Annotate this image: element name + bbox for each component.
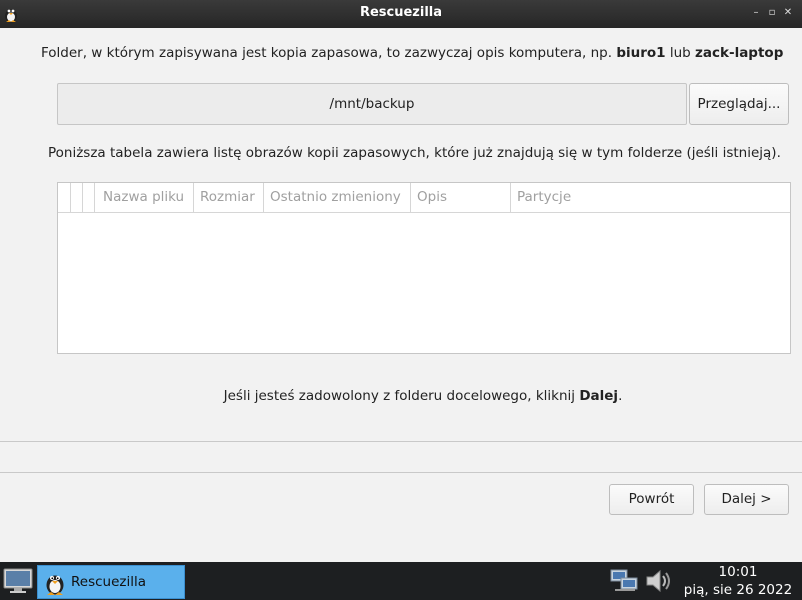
window-title: Rescuezilla xyxy=(359,5,443,20)
backup-path-field[interactable]: /mnt/backup xyxy=(57,83,687,125)
table-description: Poniższa tabela zawiera listę obrazów ko… xyxy=(48,145,781,161)
speaker-icon[interactable] xyxy=(643,568,673,594)
close-button[interactable]: ✕ xyxy=(782,6,794,20)
confirm-next-word: Dalej xyxy=(579,388,619,404)
column-header-check[interactable] xyxy=(71,183,83,212)
wizard-page: Folder, w którym zapisywana jest kopia z… xyxy=(0,28,802,562)
back-button[interactable]: Powrót xyxy=(609,484,694,515)
confirm-text: Jeśli jesteś zadowolony z folderu docelo… xyxy=(223,388,580,404)
column-header-partitions[interactable]: Partycje xyxy=(511,183,790,212)
divider xyxy=(0,472,802,473)
taskbar-item-rescuezilla[interactable]: Rescuezilla xyxy=(37,565,185,599)
confirm-instruction: Jeśli jesteś zadowolony z folderu docelo… xyxy=(0,388,802,404)
description-connector: lub xyxy=(665,45,696,61)
maximize-button[interactable]: ▫ xyxy=(766,6,778,20)
table-body[interactable] xyxy=(58,213,790,353)
description-example-1: biuro1 xyxy=(616,45,666,61)
folder-description: Folder, w którym zapisywana jest kopia z… xyxy=(41,45,802,61)
column-header-filename[interactable]: Nazwa pliku xyxy=(97,183,194,212)
network-icon[interactable] xyxy=(609,567,639,595)
column-header-spacer xyxy=(83,183,95,212)
browse-button[interactable]: Przeglądaj... xyxy=(689,83,789,125)
table-header: Nazwa pliku Rozmiar Ostatnio zmieniony O… xyxy=(58,183,790,213)
title-bar: Rescuezilla – ▫ ✕ xyxy=(0,0,802,28)
backup-images-table[interactable]: Nazwa pliku Rozmiar Ostatnio zmieniony O… xyxy=(57,182,791,354)
taskbar-item-label: Rescuezilla xyxy=(71,574,147,590)
description-example-2: zack-laptop xyxy=(695,45,784,61)
next-button[interactable]: Dalej > xyxy=(704,484,789,515)
description-text: Folder, w którym zapisywana jest kopia z… xyxy=(41,45,617,61)
column-header-modified[interactable]: Ostatnio zmieniony xyxy=(264,183,411,212)
column-header-select[interactable] xyxy=(58,183,71,212)
minimize-button[interactable]: – xyxy=(750,6,762,20)
divider xyxy=(0,441,802,442)
confirm-period: . xyxy=(618,388,623,404)
column-header-description[interactable]: Opis xyxy=(411,183,511,212)
clock-date[interactable]: pią, sie 26 2022 xyxy=(676,582,800,598)
rescuezilla-app-icon xyxy=(46,575,64,595)
column-header-size[interactable]: Rozmiar xyxy=(194,183,264,212)
clock-time[interactable]: 10:01 xyxy=(676,564,800,580)
taskbar: Rescuezilla 10:01 pią, sie 26 2022 xyxy=(0,562,802,600)
monitor-icon[interactable] xyxy=(2,566,34,596)
